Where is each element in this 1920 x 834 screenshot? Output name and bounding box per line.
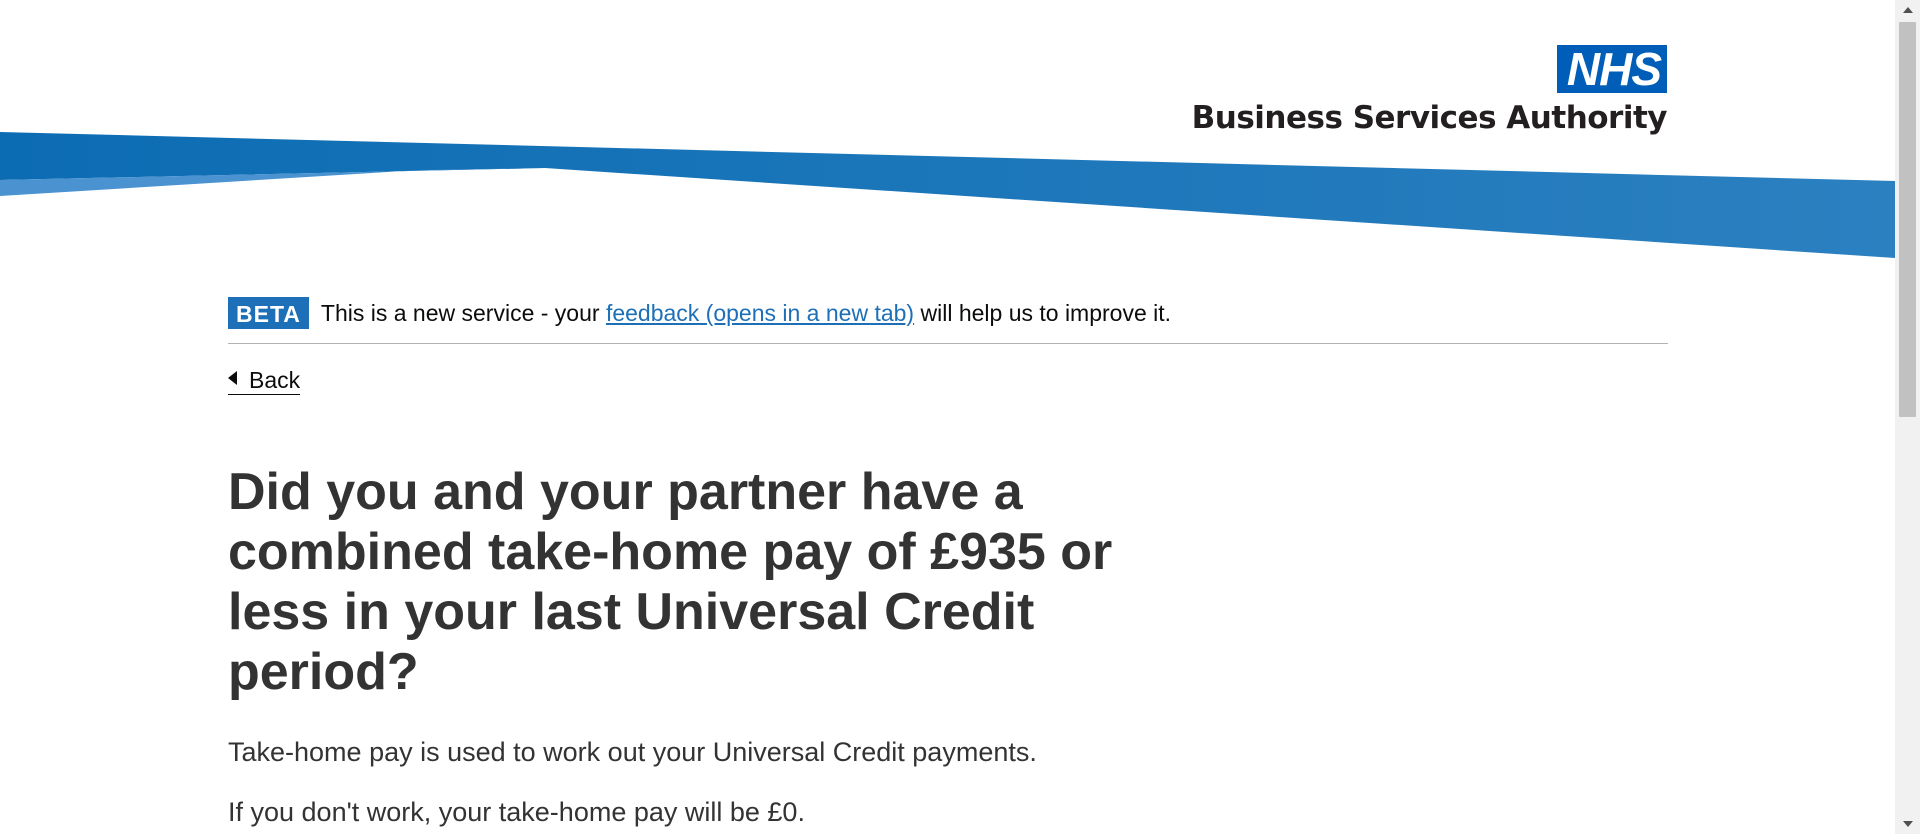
phase-text-before: This is a new service - your (320, 299, 606, 326)
scroll-down-arrow-icon[interactable] (1903, 821, 1913, 827)
main-container: BETA This is a new service - your feedba… (228, 297, 1668, 829)
scroll-up-arrow-icon[interactable] (1903, 7, 1913, 13)
phase-banner: BETA This is a new service - your feedba… (228, 297, 1668, 344)
nhs-logo-mark: NHS (1556, 45, 1667, 93)
feedback-link[interactable]: feedback (opens in a new tab) (606, 300, 914, 326)
phase-banner-text: This is a new service - your feedback (o… (321, 300, 1171, 327)
vertical-scrollbar[interactable] (1895, 0, 1920, 834)
back-link-label: Back (249, 367, 301, 393)
beta-tag: BETA (228, 297, 309, 329)
chevron-left-icon (228, 371, 237, 385)
back-link[interactable]: Back (228, 366, 301, 395)
page-title: Did you and your partner have a combined… (228, 463, 1113, 701)
scrollbar-thumb[interactable] (1899, 22, 1916, 417)
phase-text-after: will help us to improve it. (914, 299, 1172, 326)
hint-text-secondary: If you don't work, your take-home pay wi… (228, 797, 805, 827)
browser-viewport: NHS Business Services Authority BETA Thi… (0, 0, 1920, 834)
page: NHS Business Services Authority BETA Thi… (0, 0, 1895, 834)
org-name: Business Services Authority (1191, 100, 1668, 136)
hint-text: Take-home pay is used to work out your U… (228, 737, 1037, 767)
nhsbsa-logo[interactable]: NHS Business Services Authority (1191, 45, 1668, 136)
